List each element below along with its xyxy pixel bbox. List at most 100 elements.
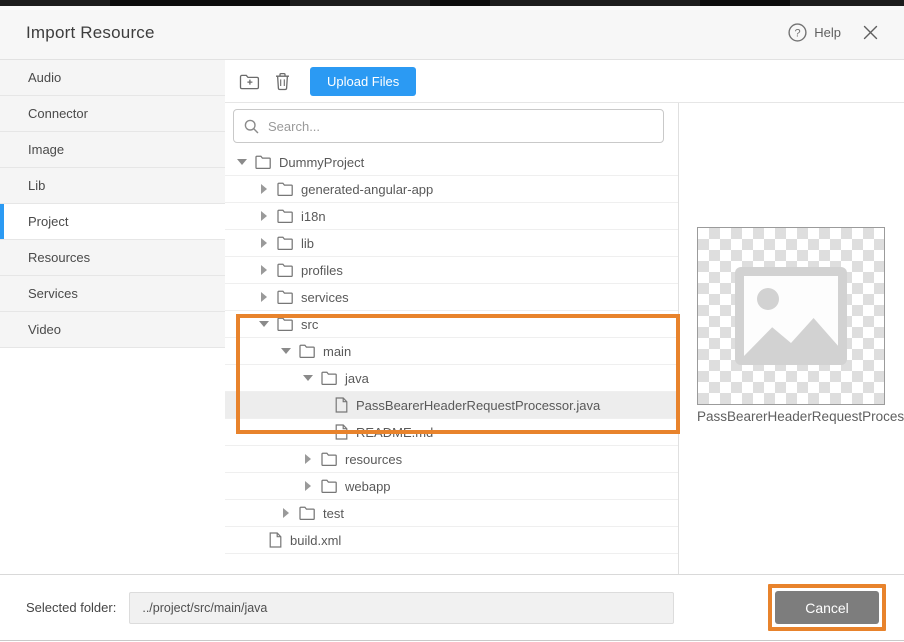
sidebar-item-audio[interactable]: Audio: [0, 60, 225, 96]
folder-icon: [321, 371, 337, 385]
folder-icon: [321, 452, 337, 466]
folder-icon: [277, 317, 293, 331]
main-area: Upload Files: [225, 60, 904, 574]
image-placeholder-inner: [744, 276, 838, 356]
placeholder-mountains: [744, 310, 838, 356]
dialog-header: Import Resource ? Help: [0, 6, 904, 60]
svg-text:?: ?: [795, 27, 801, 39]
tree-row[interactable]: DummyProject: [225, 149, 678, 176]
tree-row[interactable]: test: [225, 500, 678, 527]
help-icon: ?: [788, 23, 807, 42]
triangle-glyph: [305, 481, 311, 491]
triangle-glyph: [261, 184, 267, 194]
tree-row[interactable]: i18n: [225, 203, 678, 230]
browser-row: DummyProject generated-angular-app i18n lib…: [225, 103, 904, 574]
upload-files-button[interactable]: Upload Files: [310, 67, 416, 96]
sidebar-item-services[interactable]: Services: [0, 276, 225, 312]
tree-item-label: build.xml: [290, 533, 341, 548]
tree-row[interactable]: PassBearerHeaderRequestProcessor.java: [225, 392, 678, 419]
image-preview: [697, 227, 885, 405]
tree-row[interactable]: java: [225, 365, 678, 392]
sidebar-item-image[interactable]: Image: [0, 132, 225, 168]
tree-row[interactable]: profiles: [225, 257, 678, 284]
triangle-glyph: [261, 292, 267, 302]
file-tree: DummyProject generated-angular-app i18n lib…: [225, 149, 678, 554]
chevron-right-icon[interactable]: [259, 238, 269, 248]
folder-icon: [299, 506, 315, 520]
tree-item-label: lib: [301, 236, 314, 251]
tree-row[interactable]: generated-angular-app: [225, 176, 678, 203]
triangle-glyph: [261, 238, 267, 248]
dialog-content: AudioConnectorImageLibProjectResourcesSe…: [0, 60, 904, 574]
tree-item-label: webapp: [345, 479, 391, 494]
new-folder-icon: [239, 73, 260, 90]
image-placeholder-icon: [735, 267, 847, 365]
chevron-right-icon[interactable]: [259, 184, 269, 194]
cancel-button[interactable]: Cancel: [775, 591, 879, 624]
delete-button[interactable]: [268, 67, 296, 95]
placeholder-sun: [757, 288, 779, 310]
folder-icon: [255, 155, 271, 169]
tree-row[interactable]: src: [225, 311, 678, 338]
file-icon: [335, 397, 348, 413]
chevron-right-icon[interactable]: [259, 292, 269, 302]
close-button[interactable]: [863, 25, 878, 40]
chevron-right-icon[interactable]: [259, 265, 269, 275]
tree-item-label: resources: [345, 452, 402, 467]
triangle-glyph: [259, 321, 269, 327]
search-input[interactable]: [268, 119, 653, 134]
sidebar-item-video[interactable]: Video: [0, 312, 225, 348]
tree-row[interactable]: main: [225, 338, 678, 365]
header-actions: ? Help: [788, 23, 878, 42]
tree-row[interactable]: README.md: [225, 419, 678, 446]
sidebar: AudioConnectorImageLibProjectResourcesSe…: [0, 60, 225, 574]
tree-item-label: README.md: [356, 425, 433, 440]
tree-item-label: test: [323, 506, 344, 521]
folder-icon: [277, 209, 293, 223]
triangle-glyph: [237, 159, 247, 165]
dialog-footer: Selected folder: Cancel: [0, 574, 904, 640]
triangle-glyph: [281, 348, 291, 354]
selected-folder-label: Selected folder:: [26, 600, 116, 615]
chevron-down-icon[interactable]: [303, 375, 313, 381]
file-icon: [269, 532, 282, 548]
file-icon: [335, 424, 348, 440]
folder-icon: [299, 344, 315, 358]
new-folder-button[interactable]: [235, 67, 263, 95]
folder-icon: [277, 236, 293, 250]
chevron-down-icon[interactable]: [237, 159, 247, 165]
chevron-right-icon[interactable]: [303, 481, 313, 491]
selected-folder-input[interactable]: [129, 592, 674, 624]
tree-row[interactable]: resources: [225, 446, 678, 473]
preview-panel: PassBearerHeaderRequestProcess: [679, 103, 904, 574]
tree-item-label: i18n: [301, 209, 326, 224]
tree-item-label: src: [301, 317, 318, 332]
search-wrap: [225, 103, 678, 149]
triangle-glyph: [261, 265, 267, 275]
chevron-right-icon[interactable]: [303, 454, 313, 464]
preview-caption: PassBearerHeaderRequestProcess: [697, 409, 904, 424]
help-button[interactable]: ? Help: [788, 23, 841, 42]
chevron-right-icon[interactable]: [259, 211, 269, 221]
tree-row[interactable]: lib: [225, 230, 678, 257]
file-tree-panel: DummyProject generated-angular-app i18n lib…: [225, 103, 679, 574]
tree-item-label: generated-angular-app: [301, 182, 433, 197]
sidebar-item-resources[interactable]: Resources: [0, 240, 225, 276]
file-toolbar: Upload Files: [225, 60, 904, 103]
tree-row[interactable]: webapp: [225, 473, 678, 500]
help-label: Help: [814, 25, 841, 40]
chevron-down-icon[interactable]: [259, 321, 269, 327]
tree-item-label: services: [301, 290, 349, 305]
tree-row[interactable]: build.xml: [225, 527, 678, 554]
sidebar-item-connector[interactable]: Connector: [0, 96, 225, 132]
triangle-glyph: [261, 211, 267, 221]
chevron-right-icon[interactable]: [281, 508, 291, 518]
sidebar-item-lib[interactable]: Lib: [0, 168, 225, 204]
chevron-down-icon[interactable]: [281, 348, 291, 354]
tree-item-label: PassBearerHeaderRequestProcessor.java: [356, 398, 600, 413]
tree-item-label: java: [345, 371, 369, 386]
tree-row[interactable]: services: [225, 284, 678, 311]
sidebar-item-project[interactable]: Project: [0, 204, 225, 240]
triangle-glyph: [305, 454, 311, 464]
search-icon: [244, 119, 259, 134]
